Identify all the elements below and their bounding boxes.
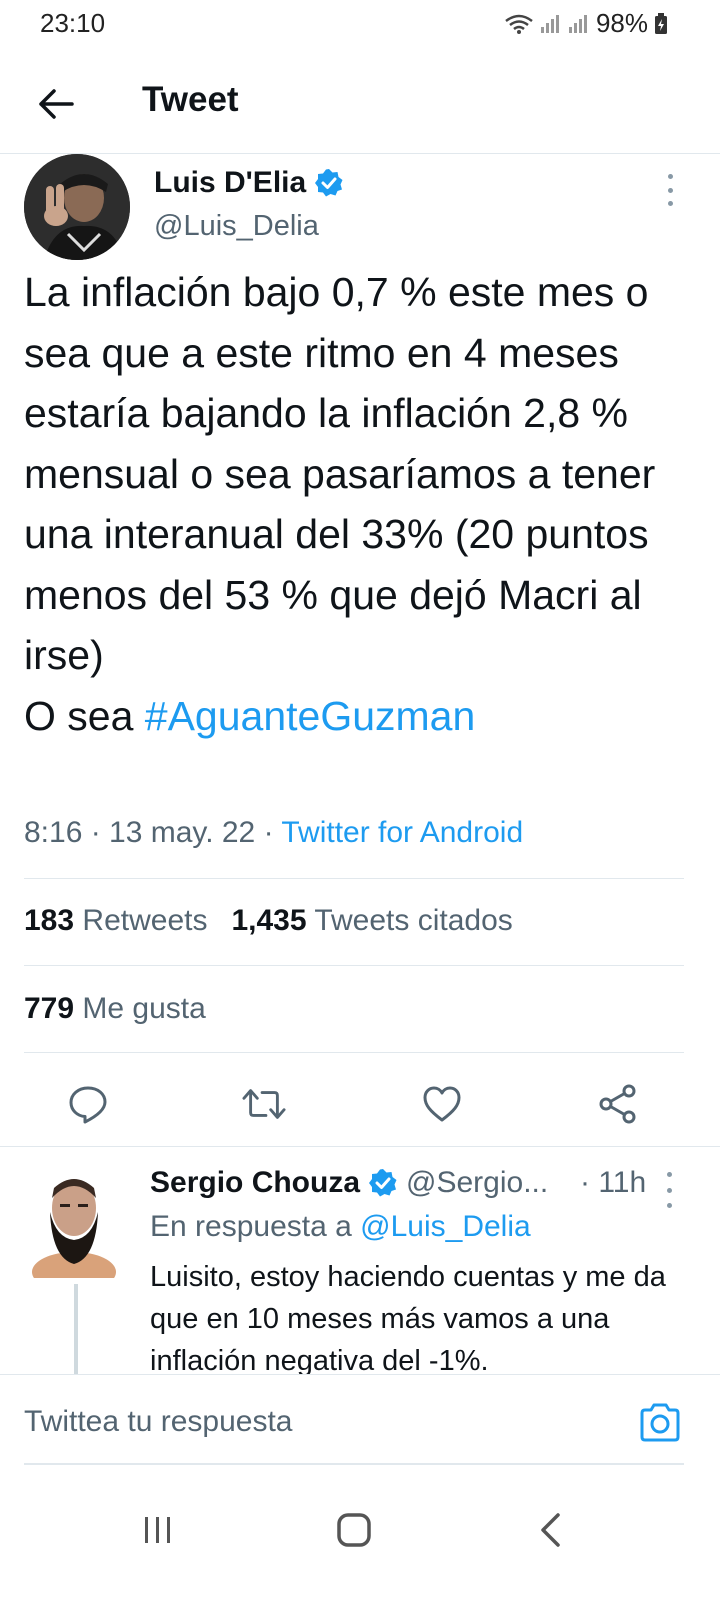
- retweet-icon: [242, 1089, 286, 1119]
- status-bar: 23:10 98%: [0, 0, 720, 44]
- system-nav-bar: [0, 1470, 720, 1600]
- quotes-stat[interactable]: 1,435 Tweets citados: [231, 904, 512, 938]
- retweets-label: Retweets: [82, 904, 208, 937]
- retweets-stat[interactable]: 183 Retweets: [24, 904, 207, 938]
- author-handle[interactable]: @Luis_Delia: [154, 210, 319, 243]
- divider: [24, 965, 684, 966]
- wifi-icon: [504, 13, 534, 35]
- tweet-body: La inflación bajo 0,7 % este mes o sea q…: [24, 269, 656, 739]
- more-dots-icon: [667, 174, 673, 179]
- replying-to: En respuesta a @Luis_Delia: [150, 1210, 531, 1244]
- replying-to-mention[interactable]: @Luis_Delia: [360, 1210, 531, 1243]
- likes-label: Me gusta: [82, 992, 206, 1025]
- divider: [24, 1052, 684, 1053]
- back-button[interactable]: [32, 80, 80, 128]
- like-button[interactable]: [420, 1082, 464, 1126]
- compose-underline: [24, 1463, 684, 1465]
- replying-to-label: En respuesta a: [150, 1210, 361, 1243]
- likes-stats: 779 Me gusta: [24, 992, 206, 1026]
- app-header: Tweet: [0, 60, 720, 154]
- tweet-source-link[interactable]: Twitter for Android: [281, 816, 523, 849]
- section-divider: [0, 1146, 720, 1147]
- back-nav-button[interactable]: [520, 1500, 580, 1560]
- comment-icon: [69, 1086, 107, 1124]
- likes-stat[interactable]: 779 Me gusta: [24, 992, 206, 1026]
- reply-compose-bar: Twittea tu respuesta: [0, 1374, 720, 1470]
- avatar[interactable]: [24, 154, 130, 260]
- author-name-row[interactable]: Luis D'Elia: [154, 166, 344, 200]
- reply-author-handle[interactable]: @Sergio...: [406, 1166, 548, 1200]
- more-options-button[interactable]: [660, 170, 680, 210]
- divider: [24, 878, 684, 879]
- retweets-count: 183: [24, 904, 75, 937]
- reply-avatar[interactable]: [32, 1168, 116, 1278]
- hashtag-link[interactable]: #AguanteGuzman: [145, 693, 476, 739]
- reply-header: Sergio Chouza @Sergio...: [150, 1166, 548, 1200]
- quotes-count: 1,435: [231, 904, 307, 937]
- share-icon: [599, 1084, 636, 1124]
- reply-text: Luisito, estoy haciendo cuentas y me da …: [150, 1261, 666, 1377]
- author-name: Luis D'Elia: [154, 166, 307, 199]
- page-title: Tweet: [142, 80, 239, 119]
- reply-author-name[interactable]: Sergio Chouza: [150, 1166, 360, 1200]
- share-button[interactable]: [596, 1082, 640, 1126]
- engagement-stats: 183 Retweets 1,435 Tweets citados: [24, 904, 513, 938]
- status-time: 23:10: [40, 8, 106, 38]
- battery-text: 98%: [595, 8, 648, 38]
- verified-badge-icon: [315, 169, 343, 197]
- home-icon: [337, 1513, 371, 1547]
- recent-apps-button[interactable]: [128, 1500, 188, 1560]
- likes-count: 779: [24, 992, 75, 1025]
- reply-time: · 11h: [580, 1166, 647, 1199]
- battery-icon: [654, 12, 668, 35]
- recents-icon: [145, 1517, 170, 1543]
- verified-badge-icon: [369, 1169, 397, 1197]
- arrow-left-icon: [39, 89, 74, 119]
- thread-line: [74, 1284, 78, 1380]
- tweet-text: La inflación bajo 0,7 % este mes o sea q…: [24, 262, 696, 746]
- camera-icon: [640, 1403, 680, 1442]
- tweet-timestamp: 8:16 · 13 may. 22 ·: [24, 816, 282, 849]
- retweet-button[interactable]: [242, 1082, 286, 1126]
- more-dots-icon: [666, 1172, 672, 1177]
- camera-button[interactable]: [638, 1403, 682, 1443]
- signal-icon-2: [568, 13, 590, 35]
- reply-input[interactable]: Twittea tu respuesta: [24, 1405, 292, 1439]
- heart-icon: [423, 1086, 461, 1122]
- chevron-left-icon: [541, 1513, 560, 1547]
- signal-icon: [540, 13, 562, 35]
- tweet-meta: 8:16 · 13 may. 22 · Twitter for Android: [24, 816, 523, 850]
- reply-more-button[interactable]: [664, 1172, 674, 1208]
- tweet-actions: [0, 1068, 720, 1140]
- status-icons: 98%: [504, 8, 668, 39]
- quotes-label: Tweets citados: [314, 904, 513, 937]
- home-button[interactable]: [324, 1500, 384, 1560]
- reply-button[interactable]: [66, 1082, 110, 1126]
